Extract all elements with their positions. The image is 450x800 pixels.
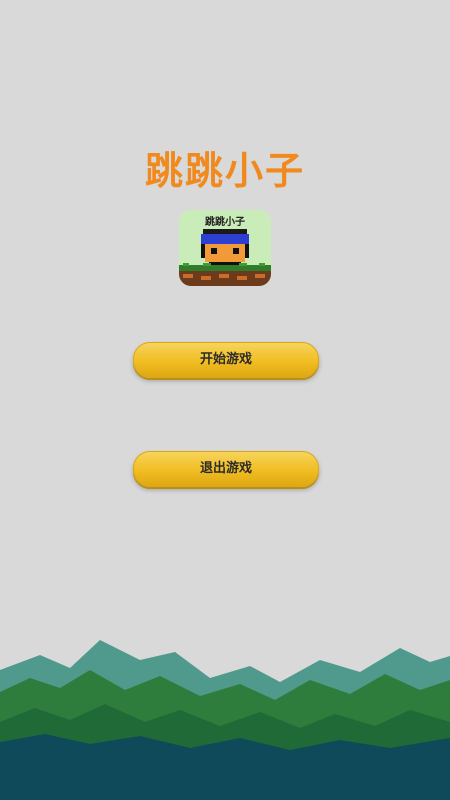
game-logo: 跳跳小子 [179,210,271,286]
exit-game-button[interactable]: 退出游戏 [133,451,319,487]
game-title: 跳跳小子 [144,149,305,193]
pixel-character-icon [179,229,271,286]
mountain-landscape [0,640,450,800]
start-game-button[interactable]: 开始游戏 [133,342,319,378]
